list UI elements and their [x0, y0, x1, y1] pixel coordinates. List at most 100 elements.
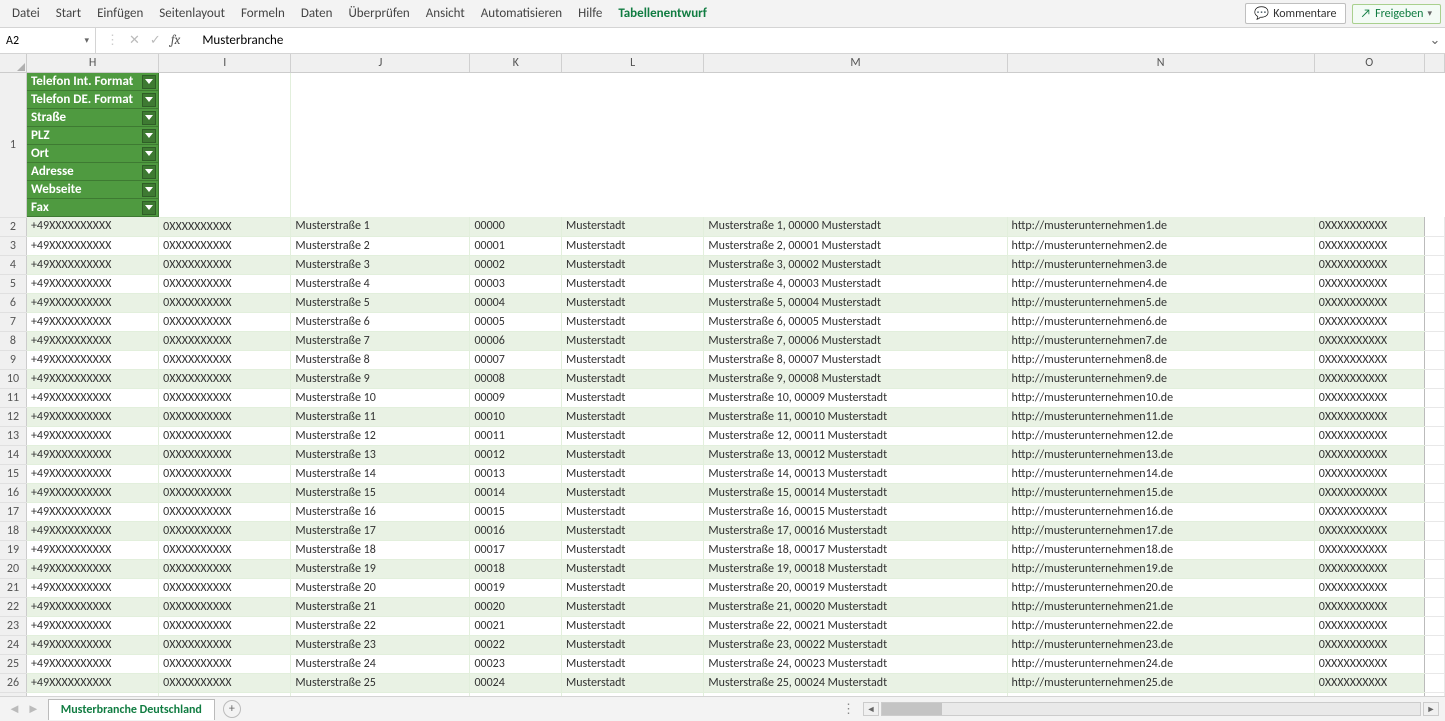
table-cell[interactable]: 00010	[470, 407, 562, 426]
row-header[interactable]: 16	[0, 483, 26, 502]
column-header[interactable]: O	[1314, 54, 1424, 73]
table-cell[interactable]: 0XXXXXXXXXX	[1314, 369, 1424, 388]
table-cell[interactable]: Musterstraße 4	[291, 274, 470, 293]
table-cell[interactable]: Musterstraße 22	[291, 616, 470, 635]
table-cell[interactable]: Musterstraße 17, 00016 Musterstadt	[704, 521, 1007, 540]
table-cell[interactable]: 00014	[470, 483, 562, 502]
table-cell[interactable]: 00002	[470, 255, 562, 274]
filter-dropdown-icon[interactable]	[142, 183, 156, 197]
column-header[interactable]: J	[291, 54, 470, 73]
row-header[interactable]: 25	[0, 654, 26, 673]
table-cell[interactable]: Musterstraße 19, 00018 Musterstadt	[704, 559, 1007, 578]
table-cell[interactable]: Musterstraße 15	[291, 483, 470, 502]
ribbon-tab-start[interactable]: Start	[48, 2, 89, 25]
table-cell[interactable]: 0XXXXXXXXXX	[1314, 312, 1424, 331]
table-cell[interactable]: 0XXXXXXXXXX	[159, 540, 291, 559]
row-header[interactable]: 23	[0, 616, 26, 635]
select-all-corner[interactable]	[0, 54, 26, 73]
table-cell[interactable]: +49XXXXXXXXXX	[26, 407, 158, 426]
table-cell[interactable]: Musterstraße 11	[291, 407, 470, 426]
ribbon-tab-einfügen[interactable]: Einfügen	[89, 2, 151, 25]
table-cell[interactable]: +49XXXXXXXXXX	[26, 331, 158, 350]
table-cell[interactable]: 0XXXXXXXXXX	[159, 445, 291, 464]
table-cell[interactable]: 0XXXXXXXXXX	[159, 521, 291, 540]
table-cell[interactable]: Musterstadt	[561, 293, 703, 312]
table-cell[interactable]: Musterstraße 24	[291, 654, 470, 673]
row-header[interactable]: 9	[0, 350, 26, 369]
row-header[interactable]: 17	[0, 502, 26, 521]
row-header[interactable]: 2	[0, 217, 26, 236]
table-cell[interactable]: 0XXXXXXXXXX	[159, 597, 291, 616]
table-header-cell[interactable]: Telefon Int. Format	[27, 73, 159, 91]
table-cell[interactable]: Musterstraße 22, 00021 Musterstadt	[704, 616, 1007, 635]
table-cell[interactable]: Musterstadt	[561, 502, 703, 521]
column-header[interactable]: N	[1007, 54, 1314, 73]
sheet-tab[interactable]: Musterbranche Deutschland	[48, 699, 215, 720]
table-cell[interactable]: Musterstraße 18	[291, 540, 470, 559]
table-cell[interactable]: 0XXXXXXXXXX	[159, 350, 291, 369]
table-cell[interactable]: 00005	[470, 312, 562, 331]
table-cell[interactable]: 0XXXXXXXXXX	[1314, 635, 1424, 654]
filter-dropdown-icon[interactable]	[142, 165, 156, 179]
table-cell[interactable]: Musterstadt	[561, 654, 703, 673]
table-cell[interactable]: 00001	[470, 236, 562, 255]
ribbon-tab-automatisieren[interactable]: Automatisieren	[473, 2, 570, 25]
table-cell[interactable]: Musterstadt	[561, 445, 703, 464]
sheet-nav-next-icon[interactable]: ►	[27, 701, 40, 717]
table-cell[interactable]: +49XXXXXXXXXX	[26, 426, 158, 445]
table-cell[interactable]: http://musterunternehmen23.de	[1007, 635, 1314, 654]
row-header[interactable]: 7	[0, 312, 26, 331]
table-cell[interactable]: 00008	[470, 369, 562, 388]
table-cell[interactable]: 00015	[470, 502, 562, 521]
table-header-cell[interactable]: Straße	[27, 109, 159, 127]
table-cell[interactable]: Musterstraße 8	[291, 350, 470, 369]
table-cell[interactable]: Musterstraße 15, 00014 Musterstadt	[704, 483, 1007, 502]
table-cell[interactable]: http://musterunternehmen24.de	[1007, 654, 1314, 673]
row-header[interactable]: 4	[0, 255, 26, 274]
table-cell[interactable]: Musterstraße 21, 00020 Musterstadt	[704, 597, 1007, 616]
table-cell[interactable]: 0XXXXXXXXXX	[1314, 502, 1424, 521]
table-cell[interactable]: 0XXXXXXXXXX	[1314, 388, 1424, 407]
share-button[interactable]: ↗ Freigeben ▾	[1352, 4, 1442, 24]
table-cell[interactable]: http://musterunternehmen11.de	[1007, 407, 1314, 426]
table-cell[interactable]: Musterstraße 14, 00013 Musterstadt	[704, 464, 1007, 483]
table-cell[interactable]: Musterstraße 25	[291, 673, 470, 692]
table-cell[interactable]: 0XXXXXXXXXX	[1314, 540, 1424, 559]
table-cell[interactable]: Musterstadt	[561, 255, 703, 274]
table-cell[interactable]: Musterstadt	[561, 521, 703, 540]
table-cell[interactable]: Musterstraße 5	[291, 293, 470, 312]
row-header[interactable]: 24	[0, 635, 26, 654]
table-header-cell[interactable]: PLZ	[27, 127, 159, 145]
ribbon-tab-überprüfen[interactable]: Überprüfen	[340, 2, 417, 25]
table-cell[interactable]: 00021	[470, 616, 562, 635]
name-box[interactable]: ▾	[0, 28, 96, 53]
table-cell[interactable]: 0XXXXXXXXXX	[1314, 578, 1424, 597]
table-cell[interactable]: 0XXXXXXXXXX	[159, 616, 291, 635]
table-cell[interactable]: 0XXXXXXXXXX	[159, 464, 291, 483]
hscroll-track[interactable]	[881, 702, 1421, 716]
table-cell[interactable]: 0XXXXXXXXXX	[1314, 483, 1424, 502]
table-cell[interactable]: http://musterunternehmen7.de	[1007, 331, 1314, 350]
table-cell[interactable]: +49XXXXXXXXXX	[26, 293, 158, 312]
table-cell[interactable]: Musterstadt	[561, 483, 703, 502]
table-cell[interactable]: 0XXXXXXXXXX	[159, 312, 291, 331]
table-cell[interactable]: 0XXXXXXXXXX	[159, 407, 291, 426]
table-cell[interactable]: Musterstadt	[561, 673, 703, 692]
table-cell[interactable]: http://musterunternehmen21.de	[1007, 597, 1314, 616]
table-cell[interactable]: 0XXXXXXXXXX	[159, 635, 291, 654]
hscroll-left-button[interactable]: ◄	[863, 702, 879, 716]
table-cell[interactable]: Musterstraße 6	[291, 312, 470, 331]
table-cell[interactable]: Musterstraße 16	[291, 502, 470, 521]
table-cell[interactable]: +49XXXXXXXXXX	[26, 483, 158, 502]
row-header[interactable]: 20	[0, 559, 26, 578]
table-cell[interactable]: 0XXXXXXXXXX	[1314, 597, 1424, 616]
table-cell[interactable]: +49XXXXXXXXXX	[26, 217, 158, 236]
table-cell[interactable]: 00018	[470, 559, 562, 578]
table-cell[interactable]: http://musterunternehmen6.de	[1007, 312, 1314, 331]
table-cell[interactable]: Musterstadt	[561, 388, 703, 407]
filter-dropdown-icon[interactable]	[142, 93, 156, 107]
table-cell[interactable]: +49XXXXXXXXXX	[26, 464, 158, 483]
table-cell[interactable]: http://musterunternehmen9.de	[1007, 369, 1314, 388]
table-cell[interactable]: Musterstraße 25, 00024 Musterstadt	[704, 673, 1007, 692]
row-header[interactable]: 14	[0, 445, 26, 464]
